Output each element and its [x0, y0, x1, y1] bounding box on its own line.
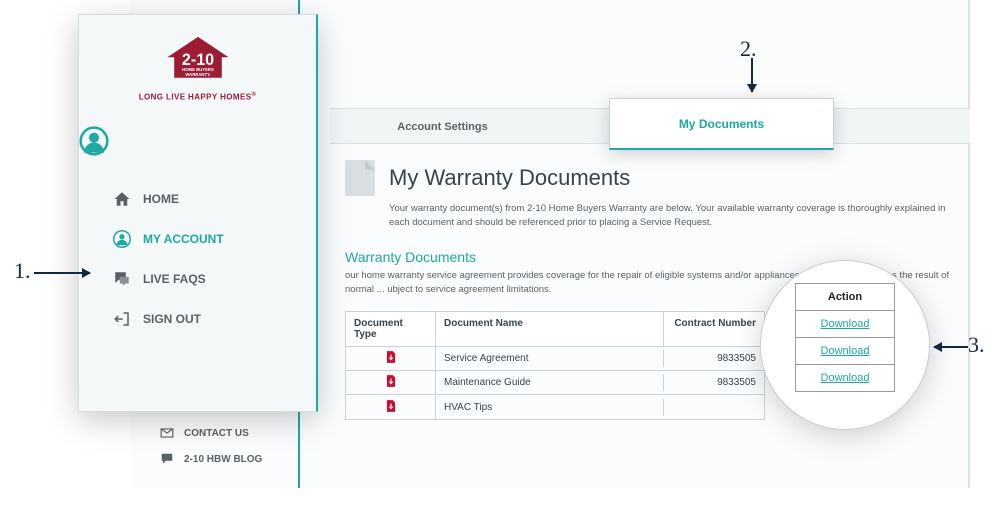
sidebar-item-contact[interactable]: CONTACT US: [160, 420, 262, 446]
sidebar-item-label: CONTACT US: [184, 428, 249, 439]
svg-text:HOME BUYERS: HOME BUYERS: [182, 67, 214, 72]
sidebar-item-sign-out[interactable]: SIGN OUT: [113, 299, 316, 339]
logo-tagline: LONG LIVE HAPPY HOMES®: [89, 92, 306, 102]
speech-icon: [160, 452, 174, 466]
pdf-icon: [384, 399, 398, 416]
th-contract: Contract Number: [664, 312, 764, 346]
action-header: Action: [795, 283, 895, 311]
th-doc-name: Document Name: [436, 312, 664, 346]
pdf-icon: [384, 350, 398, 367]
logo: 2-10 HOME BUYERS WARRANTY. LONG LIVE HAP…: [79, 15, 316, 112]
annotation-2: 2.: [740, 36, 757, 62]
arrow-1: [34, 272, 90, 274]
download-link[interactable]: Download: [795, 311, 895, 338]
sidebar-item-label: MY ACCOUNT: [143, 232, 224, 246]
svg-text:WARRANTY.: WARRANTY.: [185, 72, 210, 77]
td-contract: [664, 404, 764, 410]
sidebar-item-my-account[interactable]: MY ACCOUNT: [113, 219, 316, 259]
td-type: [346, 371, 436, 394]
annotation-3: 3.: [968, 332, 985, 358]
sidebar-item-label: HOME: [143, 192, 179, 206]
intro-text: Your warranty document(s) from 2-10 Home…: [389, 202, 949, 231]
td-name: Maintenance Guide: [436, 374, 664, 391]
sidebar-item-blog[interactable]: 2-10 HBW BLOG: [160, 446, 262, 472]
sidebar-popout: 2-10 HOME BUYERS WARRANTY. LONG LIVE HAP…: [78, 14, 318, 412]
tab-label: My Documents: [679, 117, 764, 131]
sidebar-item-home[interactable]: HOME: [113, 179, 316, 219]
page-title: My Warranty Documents: [389, 165, 630, 191]
avatar-icon: [79, 126, 109, 156]
pdf-icon: [384, 374, 398, 391]
table-row: HVAC Tips: [346, 395, 764, 419]
annotation-1: 1.: [14, 258, 31, 284]
td-name: Service Agreement: [436, 350, 664, 367]
tab-my-documents[interactable]: My Documents: [609, 98, 834, 150]
td-name: HVAC Tips: [436, 399, 664, 416]
signout-icon: [113, 310, 131, 328]
user-icon: [113, 230, 131, 248]
td-type: [346, 347, 436, 370]
table-row: Service Agreement 9833505: [346, 347, 764, 371]
documents-table: Document Type Document Name Contract Num…: [345, 311, 765, 420]
td-contract: 9833505: [664, 374, 764, 391]
arrow-3: [934, 346, 968, 348]
arrow-2: [751, 58, 753, 92]
sidebar-item-label: SIGN OUT: [143, 312, 201, 326]
document-icon: [345, 160, 375, 196]
house-logo-icon: 2-10 HOME BUYERS WARRANTY.: [164, 35, 232, 83]
sidebar-item-label: 2-10 HBW BLOG: [184, 454, 262, 465]
sidebar-item-label: LIVE FAQS: [143, 272, 206, 286]
td-type: [346, 396, 436, 419]
chat-icon: [113, 270, 131, 288]
download-link[interactable]: Download: [795, 338, 895, 365]
mail-icon: [160, 426, 174, 440]
sidebar-item-live-faqs[interactable]: LIVE FAQS: [113, 259, 316, 299]
tab-account-settings[interactable]: Account Settings: [330, 109, 555, 145]
table-header: Document Type Document Name Contract Num…: [346, 312, 764, 347]
th-doc-type: Document Type: [346, 312, 436, 346]
sidebar-nav: HOME MY ACCOUNT LIVE FAQS SIGN OUT: [79, 179, 316, 339]
td-contract: 9833505: [664, 350, 764, 367]
action-callout: Action Download Download Download: [760, 260, 930, 430]
table-row: Maintenance Guide 9833505: [346, 371, 764, 395]
download-link[interactable]: Download: [795, 365, 895, 392]
home-icon: [113, 190, 131, 208]
